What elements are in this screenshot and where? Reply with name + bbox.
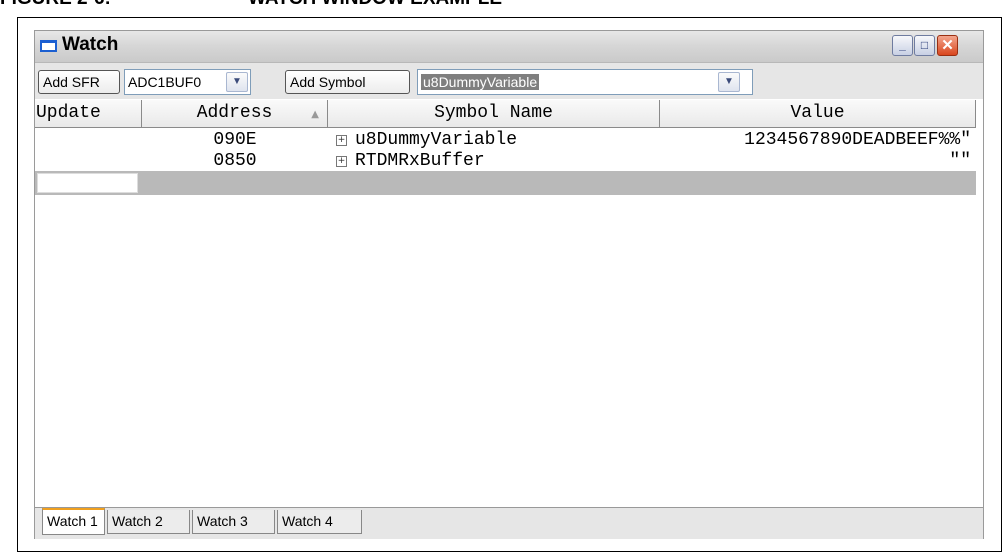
close-button[interactable]: ✕ — [937, 35, 958, 56]
table-row[interactable]: 090E + u8DummyVariable 1234567890DEADBEEF… — [35, 129, 976, 151]
symbol-cell: + RTDMRxBuffer — [336, 150, 485, 172]
figure-caption: FIGURE 2-6: WATCH WINDOW EXAMPLE — [0, 0, 1004, 12]
new-entry-field[interactable] — [37, 173, 138, 193]
new-entry-row[interactable] — [35, 171, 976, 195]
symbol-name: u8DummyVariable — [355, 130, 518, 150]
tab-watch-4[interactable]: Watch 4 — [277, 510, 362, 534]
sort-ascending-icon: ▲ — [311, 109, 319, 120]
value-cell[interactable]: 1234567890DEADBEEF%%" — [660, 129, 971, 151]
table-row[interactable]: 0850 + RTDMRxBuffer "" — [35, 150, 976, 172]
watch-window: Watch _ □ ✕ Add SFR ADC1BUF0 ▼ Add Symbo… — [34, 30, 984, 539]
tab-watch-3[interactable]: Watch 3 — [192, 510, 275, 534]
window-icon — [40, 40, 57, 52]
toolbar: Add SFR ADC1BUF0 ▼ Add Symbol u8DummyVar… — [35, 63, 983, 99]
watch-grid: Update Address ▲ Symbol Name Value 090E … — [35, 100, 983, 506]
column-header-symbol-name[interactable]: Symbol Name — [328, 100, 660, 128]
address-cell: 0850 — [213, 151, 257, 171]
symbol-select-value: u8DummyVariable — [421, 74, 540, 90]
expand-icon[interactable]: + — [336, 135, 347, 146]
value-cell[interactable]: "" — [660, 150, 971, 172]
figure-title: WATCH WINDOW EXAMPLE — [248, 0, 502, 10]
column-header-address-label: Address — [196, 103, 273, 123]
window-title: Watch — [62, 34, 119, 55]
add-sfr-button[interactable]: Add SFR — [38, 70, 120, 94]
title-bar[interactable]: Watch _ □ ✕ — [35, 31, 983, 63]
figure-number: FIGURE 2-6: — [0, 0, 111, 10]
add-symbol-button[interactable]: Add Symbol — [285, 70, 410, 94]
maximize-button[interactable]: □ — [914, 35, 935, 56]
chevron-down-icon[interactable]: ▼ — [718, 72, 740, 92]
watch-tabs: Watch 1 Watch 2 Watch 3 Watch 4 — [35, 507, 983, 539]
symbol-select[interactable]: u8DummyVariable ▼ — [417, 69, 753, 95]
minimize-button[interactable]: _ — [892, 35, 913, 56]
sfr-select-value: ADC1BUF0 — [128, 74, 202, 90]
chevron-down-icon[interactable]: ▼ — [226, 72, 248, 92]
expand-icon[interactable]: + — [336, 156, 347, 167]
column-header-address[interactable]: Address ▲ — [142, 100, 328, 128]
symbol-name: RTDMRxBuffer — [355, 151, 485, 171]
column-header-update[interactable]: Update — [35, 100, 142, 128]
tab-watch-1[interactable]: Watch 1 — [42, 508, 105, 535]
symbol-cell: + u8DummyVariable — [336, 129, 517, 151]
column-header-value[interactable]: Value — [660, 100, 976, 128]
tab-watch-2[interactable]: Watch 2 — [107, 510, 190, 534]
address-cell: 090E — [213, 130, 257, 150]
sfr-select[interactable]: ADC1BUF0 ▼ — [124, 69, 251, 95]
